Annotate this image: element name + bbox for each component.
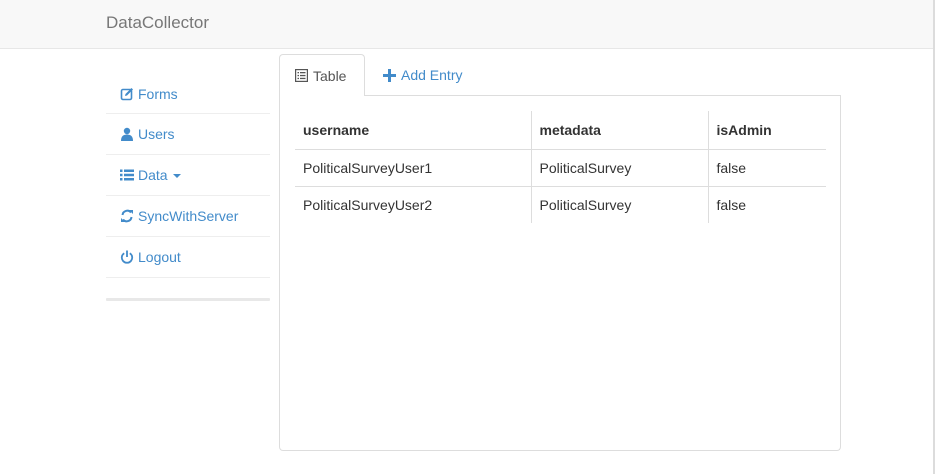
sidebar-item-label: SyncWithServer	[138, 208, 239, 224]
sidebar-item-label: Logout	[138, 249, 181, 265]
tab-label: Table	[313, 67, 347, 84]
cell-isadmin: false	[707, 185, 826, 223]
power-icon	[120, 250, 134, 264]
tab-add-entry[interactable]: Add Entry	[368, 54, 477, 96]
sidebar-item-forms[interactable]: Forms	[106, 74, 270, 114]
tab-label: Add Entry	[401, 67, 463, 83]
brand-title[interactable]: DataCollector	[106, 13, 209, 33]
cell-username: PoliticalSurveyUser2	[295, 185, 531, 223]
cell-metadata: PoliticalSurvey	[530, 185, 708, 223]
sidebar-item-data[interactable]: Data	[106, 155, 270, 196]
plus-icon	[383, 68, 396, 82]
tab-bar: Table Add Entry	[279, 54, 841, 97]
table-panel: username metadata isAdmin PoliticalSurve…	[279, 96, 841, 451]
sidebar: Forms Users Data SyncWithServer Logout	[106, 74, 270, 301]
table-header-row: username metadata isAdmin	[295, 111, 826, 150]
column-header-isadmin[interactable]: isAdmin	[707, 111, 826, 150]
sidebar-item-label: Users	[138, 126, 175, 142]
sidebar-item-users[interactable]: Users	[106, 114, 270, 155]
list-icon	[120, 168, 134, 182]
refresh-icon	[120, 209, 134, 223]
table-row[interactable]: PoliticalSurveyUser2 PoliticalSurvey fal…	[295, 185, 826, 223]
edit-icon	[120, 87, 134, 101]
cell-isadmin: false	[707, 149, 826, 186]
user-icon	[120, 127, 134, 141]
cell-username: PoliticalSurveyUser1	[303, 159, 433, 176]
cell-metadata: PoliticalSurvey	[530, 149, 708, 186]
list-alt-icon	[295, 69, 308, 82]
column-header-username[interactable]: username	[295, 111, 531, 150]
sidebar-divider	[106, 298, 270, 301]
caret-down-icon	[172, 174, 181, 178]
users-table: username metadata isAdmin PoliticalSurve…	[295, 111, 826, 223]
table-row[interactable]: PoliticalSurveyUser1 PoliticalSurvey fal…	[295, 149, 826, 186]
sidebar-item-label: Data	[138, 167, 168, 183]
sidebar-item-logout[interactable]: Logout	[106, 237, 270, 278]
tab-table[interactable]: Table	[279, 54, 365, 97]
column-header-metadata[interactable]: metadata	[530, 111, 708, 150]
sidebar-item-label: Forms	[138, 85, 178, 102]
top-navbar: DataCollector	[0, 0, 935, 49]
sidebar-item-syncwithserver[interactable]: SyncWithServer	[106, 196, 270, 237]
